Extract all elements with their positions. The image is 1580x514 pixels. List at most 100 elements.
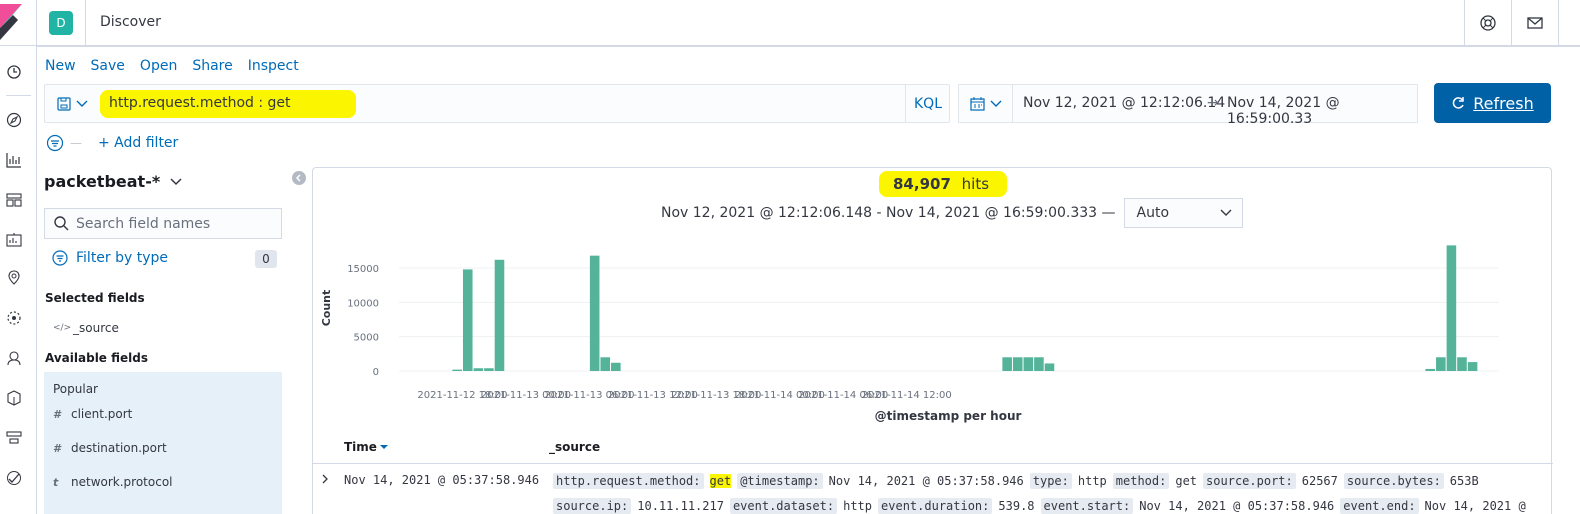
- field-value: get: [1175, 474, 1198, 488]
- end-date[interactable]: Nov 14, 2021 @ 16:59:00.33: [1227, 95, 1417, 127]
- ml-icon[interactable]: [4, 308, 24, 328]
- search-icon: [54, 216, 69, 231]
- share-link[interactable]: Share: [192, 58, 232, 74]
- field-value: Nov 14, 2021 @ 05:37:58.946: [828, 474, 1024, 488]
- histogram-bar[interactable]: [1425, 368, 1436, 371]
- index-pattern-label: packetbeat-*: [44, 172, 161, 191]
- open-link[interactable]: Open: [140, 58, 177, 74]
- dashboard-icon[interactable]: [4, 190, 24, 210]
- histogram-bar[interactable]: [1044, 363, 1055, 371]
- histogram-bar[interactable]: [1457, 357, 1467, 371]
- discover-compass-icon[interactable]: [4, 110, 24, 130]
- field-item-network-protocol[interactable]: t network.protocol: [53, 475, 173, 489]
- y-axis-label: Count: [320, 290, 333, 327]
- field-value: 10.11.11.217: [637, 499, 724, 513]
- time-column-header[interactable]: Time: [344, 440, 388, 454]
- field-key: source.bytes:: [1343, 473, 1444, 489]
- filter-by-type-button[interactable]: Filter by type: [52, 250, 168, 266]
- visualize-icon[interactable]: [4, 150, 24, 170]
- source-column-header: _source: [549, 440, 601, 454]
- histogram-bar[interactable]: [589, 255, 600, 371]
- save-link[interactable]: Save: [91, 58, 125, 74]
- chart-bars: [452, 245, 1478, 371]
- kibana-logo[interactable]: [0, 0, 37, 46]
- table-header: Time _source: [313, 436, 1553, 464]
- chart-gridlines: [399, 267, 1499, 372]
- histogram-bar[interactable]: [494, 259, 505, 371]
- field-value: http: [1077, 474, 1107, 488]
- histogram-bar[interactable]: [452, 369, 462, 371]
- top-nav-menu: New Save Open Share Inspect: [45, 58, 299, 74]
- query-input[interactable]: http.request.method : get: [109, 95, 291, 111]
- histogram-bar[interactable]: [1446, 245, 1457, 371]
- field-value: 62567: [1301, 474, 1338, 488]
- field-name: _source: [73, 321, 119, 335]
- refresh-button[interactable]: Refresh: [1434, 83, 1551, 123]
- date-arrow: →: [1207, 95, 1219, 111]
- quick-menu-button[interactable]: [959, 85, 1013, 122]
- saved-query-button[interactable]: [45, 85, 99, 122]
- kql-language-button[interactable]: KQL: [905, 85, 950, 122]
- filter-menu-icon[interactable]: [46, 134, 64, 152]
- app-header: D Discover: [37, 0, 1580, 47]
- new-link[interactable]: New: [45, 58, 76, 74]
- field-value: http: [843, 499, 873, 513]
- histogram-bar[interactable]: [1023, 357, 1034, 371]
- siem-icon[interactable]: [4, 348, 24, 368]
- field-name: network.protocol: [71, 475, 173, 489]
- inspect-link[interactable]: Inspect: [248, 58, 299, 74]
- calendar-icon: [969, 96, 985, 111]
- number-type-icon: #: [53, 407, 61, 421]
- date-picker: Nov 12, 2021 @ 12:12:06.14 → Nov 14, 202…: [958, 84, 1418, 127]
- uptime-icon[interactable]: [4, 468, 24, 488]
- query-bar: http.request.method : get KQL: [44, 84, 950, 123]
- histogram-bar[interactable]: [473, 368, 484, 371]
- histogram-bar[interactable]: [1436, 357, 1446, 371]
- refresh-icon: [1452, 97, 1465, 109]
- chevron-down-icon: [990, 100, 1001, 107]
- canvas-icon[interactable]: [4, 230, 24, 250]
- recent-clock-icon[interactable]: [4, 62, 24, 82]
- help-lifebuoy-icon[interactable]: [1476, 11, 1500, 35]
- x-tick-label: 2021-11-14 12:00: [862, 390, 952, 401]
- sort-down-icon: [379, 445, 388, 449]
- chevron-down-icon: [76, 100, 87, 107]
- logs-icon[interactable]: [4, 388, 24, 408]
- add-filter-button[interactable]: + Add filter: [98, 135, 178, 151]
- code-icon: </>: [53, 323, 72, 333]
- field-key: type:: [1029, 473, 1072, 489]
- newsfeed-mail-icon[interactable]: [1523, 11, 1547, 35]
- field-item-source[interactable]: </> _source: [53, 321, 119, 335]
- histogram-bar[interactable]: [484, 368, 494, 371]
- start-date[interactable]: Nov 12, 2021 @ 12:12:06.14: [1023, 95, 1225, 111]
- histogram-bar[interactable]: [462, 269, 473, 371]
- filter-row: — + Add filter: [46, 134, 178, 152]
- field-search-input[interactable]: Search field names: [44, 208, 282, 239]
- histogram-bar[interactable]: [611, 362, 621, 371]
- maps-icon[interactable]: [4, 268, 24, 288]
- expand-chevron-icon[interactable]: [321, 474, 329, 484]
- histogram-bar[interactable]: [1034, 357, 1044, 371]
- histogram-bar[interactable]: [600, 357, 611, 371]
- infra-icon[interactable]: [4, 428, 24, 448]
- field-key: source.ip:: [553, 498, 632, 514]
- collapse-sidebar-button[interactable]: [292, 171, 306, 185]
- index-pattern-selector[interactable]: packetbeat-*: [44, 172, 182, 191]
- histogram-bar[interactable]: [1012, 357, 1023, 371]
- time-column-label: Time: [344, 440, 377, 454]
- filter-count-badge: 0: [255, 250, 277, 268]
- histogram-bar[interactable]: [1002, 357, 1012, 371]
- x-axis-ticks: 2021-11-12 18:002021-11-13 00:002021-11-…: [417, 390, 951, 401]
- field-name: client.port: [71, 407, 133, 421]
- histogram-bar[interactable]: [1467, 362, 1478, 371]
- field-key: @timestamp:: [737, 473, 823, 489]
- field-key: event.dataset:: [729, 498, 838, 514]
- y-tick-label: 10000: [347, 298, 379, 309]
- field-key: source.port:: [1203, 473, 1296, 489]
- y-tick-label: 0: [373, 367, 379, 378]
- field-item-destination-port[interactable]: # destination.port: [53, 441, 167, 455]
- histogram-chart[interactable]: Count @timestamp per hour 0 5000 10000 1500…: [313, 168, 1551, 428]
- space-avatar[interactable]: D: [49, 11, 73, 35]
- field-item-client-port[interactable]: # client.port: [53, 407, 132, 421]
- side-nav: [0, 0, 37, 514]
